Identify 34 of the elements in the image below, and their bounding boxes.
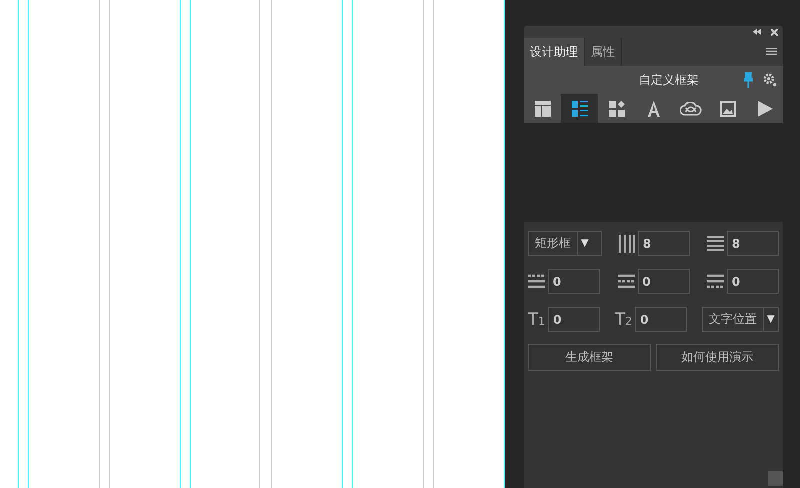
frame-type-dropdown[interactable]: 矩形框 ▼ [528, 231, 602, 256]
columns-icon [619, 234, 635, 252]
text-level-label: T1 [528, 310, 546, 330]
action-button[interactable]: 生成框架 [528, 344, 651, 371]
toolbar-button[interactable] [561, 94, 598, 123]
cloud-icon [680, 102, 702, 116]
columns-field[interactable]: 8 [638, 231, 690, 256]
spacing-field[interactable]: 0 [548, 269, 600, 294]
close-icon[interactable] [771, 28, 778, 36]
spacing-icon [528, 274, 545, 289]
resize-grip[interactable] [768, 471, 783, 486]
list-icon [572, 100, 588, 116]
image-icon [720, 100, 736, 116]
spacing-field[interactable]: 0 [727, 269, 779, 294]
text-position-dropdown[interactable]: 文字位置 ▼ [702, 307, 779, 332]
panel-heading: 自定义框架 [638, 72, 700, 88]
pin-icon[interactable] [744, 72, 753, 88]
spacing-field[interactable]: 0 [638, 269, 690, 294]
action-button[interactable]: 如何使用演示 [656, 344, 779, 371]
layout-icon [534, 100, 550, 116]
text-level-label: T2 [615, 310, 632, 330]
spacing-icon [618, 274, 634, 289]
text-field[interactable]: 0 [548, 307, 600, 332]
tab[interactable]: 设计助理 [524, 38, 585, 66]
rows-field[interactable]: 8 [727, 231, 779, 256]
collapse-icon[interactable] [753, 29, 761, 35]
menu-icon[interactable] [766, 48, 777, 56]
letter-icon [646, 100, 662, 116]
play-icon [756, 100, 772, 116]
rows-icon [707, 236, 724, 251]
text-field[interactable]: 0 [635, 307, 688, 332]
spacing-icon [707, 274, 724, 289]
widgets-icon [608, 100, 624, 116]
settings-icon[interactable] [763, 73, 777, 87]
